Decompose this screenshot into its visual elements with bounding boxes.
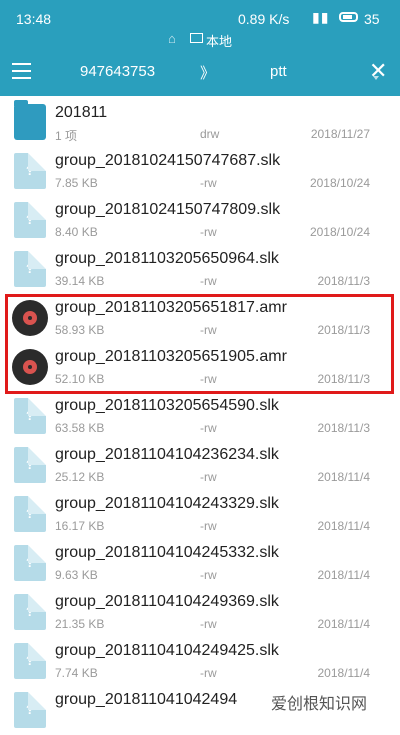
unknown-file-icon: ?: [14, 643, 46, 679]
close-icon[interactable]: ✕: [369, 60, 387, 82]
storage-icon: [190, 33, 203, 43]
file-permissions: -rw: [200, 274, 217, 288]
file-name: group_20181104104249369.slk: [55, 593, 279, 610]
folder-item[interactable]: 201811 1 项 drw 2018/11/27: [0, 98, 400, 147]
file-item[interactable]: ? group_20181024150747687.slk 7.85 KB -rw 20…: [0, 147, 400, 196]
file-date: 2018/11/4: [317, 617, 371, 631]
unknown-file-icon: ?: [14, 594, 46, 630]
unknown-file-icon: ?: [14, 447, 46, 483]
file-size: 21.35 KB: [55, 617, 105, 631]
breadcrumb-current[interactable]: ptt: [270, 63, 287, 80]
file-date: 2018/11/4: [317, 519, 371, 533]
file-size: 7.74 KB: [55, 666, 98, 680]
file-permissions: drw: [200, 127, 220, 141]
file-name: group_20181024150747687.slk: [55, 152, 281, 169]
file-item[interactable]: ? group_20181103205650964.slk 39.14 KB -rw 2…: [0, 245, 400, 294]
file-date: 2018/11/3: [317, 274, 371, 288]
file-name: group_20181104104243329.slk: [55, 495, 279, 512]
watermark: 爱创根知识网: [268, 690, 371, 714]
breadcrumb-separator: 》: [200, 65, 216, 82]
file-permissions: -rw: [200, 470, 217, 484]
file-permissions: -rw: [200, 666, 217, 680]
menu-icon[interactable]: [12, 63, 31, 79]
file-name: group_20181104104245332.slk: [55, 544, 279, 561]
file-size: 63.58 KB: [55, 421, 105, 435]
unknown-file-icon: ?: [14, 692, 46, 728]
file-item[interactable]: ? group_20181104104236234.slk 25.12 KB -rw 2…: [0, 441, 400, 490]
file-date: 2018/11/4: [317, 568, 371, 582]
file-item[interactable]: ? group_20181104104243329.slk 16.17 KB -rw 2…: [0, 490, 400, 539]
toolbar: 947643753 》 ptt ✕: [0, 48, 400, 96]
file-size: 25.12 KB: [55, 470, 105, 484]
file-name: group_20181103205650964.slk: [55, 250, 279, 267]
file-date: 2018/11/27: [310, 127, 370, 141]
file-name: group_20181103205654590.slk: [55, 397, 279, 414]
file-permissions: -rw: [200, 176, 217, 190]
location-bar: ⌂ 本地: [0, 30, 400, 49]
battery-level: 35: [364, 11, 380, 27]
file-item[interactable]: ? group_20181104104249369.slk 21.35 KB -rw 2…: [0, 588, 400, 637]
file-item[interactable]: ? group_20181104104245332.slk 9.63 KB -rw 20…: [0, 539, 400, 588]
file-list: 201811 1 项 drw 2018/11/27? group_20181024150…: [0, 96, 400, 728]
file-size: 9.63 KB: [55, 568, 98, 582]
status-time: 13:48: [16, 11, 52, 27]
file-name: group_20181024150747809.slk: [55, 201, 281, 218]
home-icon[interactable]: ⌂: [168, 31, 176, 46]
highlight-box: [5, 294, 394, 394]
file-date: 2018/11/4: [317, 666, 371, 680]
file-name: 201811: [55, 104, 108, 121]
breadcrumb-folder[interactable]: 947643753: [80, 63, 155, 80]
file-name: group_20181104104249425.slk: [55, 642, 279, 659]
unknown-file-icon: ?: [14, 251, 46, 287]
file-name: group_201811041042494: [55, 691, 238, 708]
file-date: 2018/10/24: [309, 225, 370, 239]
unknown-file-icon: ?: [14, 202, 46, 238]
file-size: 7.85 KB: [55, 176, 98, 190]
file-size: 1 项: [55, 129, 78, 143]
file-item[interactable]: ? group_20181024150747809.slk 8.40 KB -rw 20…: [0, 196, 400, 245]
unknown-file-icon: ?: [14, 545, 46, 581]
unknown-file-icon: ?: [14, 398, 46, 434]
file-permissions: -rw: [200, 568, 217, 582]
signal-icon: ▮▮: [312, 9, 330, 25]
file-date: 2018/11/4: [317, 470, 371, 484]
unknown-file-icon: ?: [14, 496, 46, 532]
unknown-file-icon: ?: [14, 153, 46, 189]
file-size: 16.17 KB: [55, 519, 105, 533]
file-permissions: -rw: [200, 421, 217, 435]
battery-icon: [339, 12, 358, 22]
file-size: 39.14 KB: [55, 274, 105, 288]
file-date: 2018/11/3: [317, 421, 371, 435]
file-permissions: -rw: [200, 225, 217, 239]
file-permissions: -rw: [200, 617, 217, 631]
file-item[interactable]: ? group_20181104104249425.slk 7.74 KB -rw 20…: [0, 637, 400, 686]
network-speed: 0.89 K/s: [238, 11, 290, 27]
file-size: 8.40 KB: [55, 225, 98, 239]
file-item[interactable]: ? group_20181103205654590.slk 63.58 KB -rw 2…: [0, 392, 400, 441]
folder-icon: [14, 100, 46, 140]
file-name: group_20181104104236234.slk: [55, 446, 279, 463]
file-date: 2018/10/24: [309, 176, 370, 190]
file-permissions: -rw: [200, 519, 217, 533]
